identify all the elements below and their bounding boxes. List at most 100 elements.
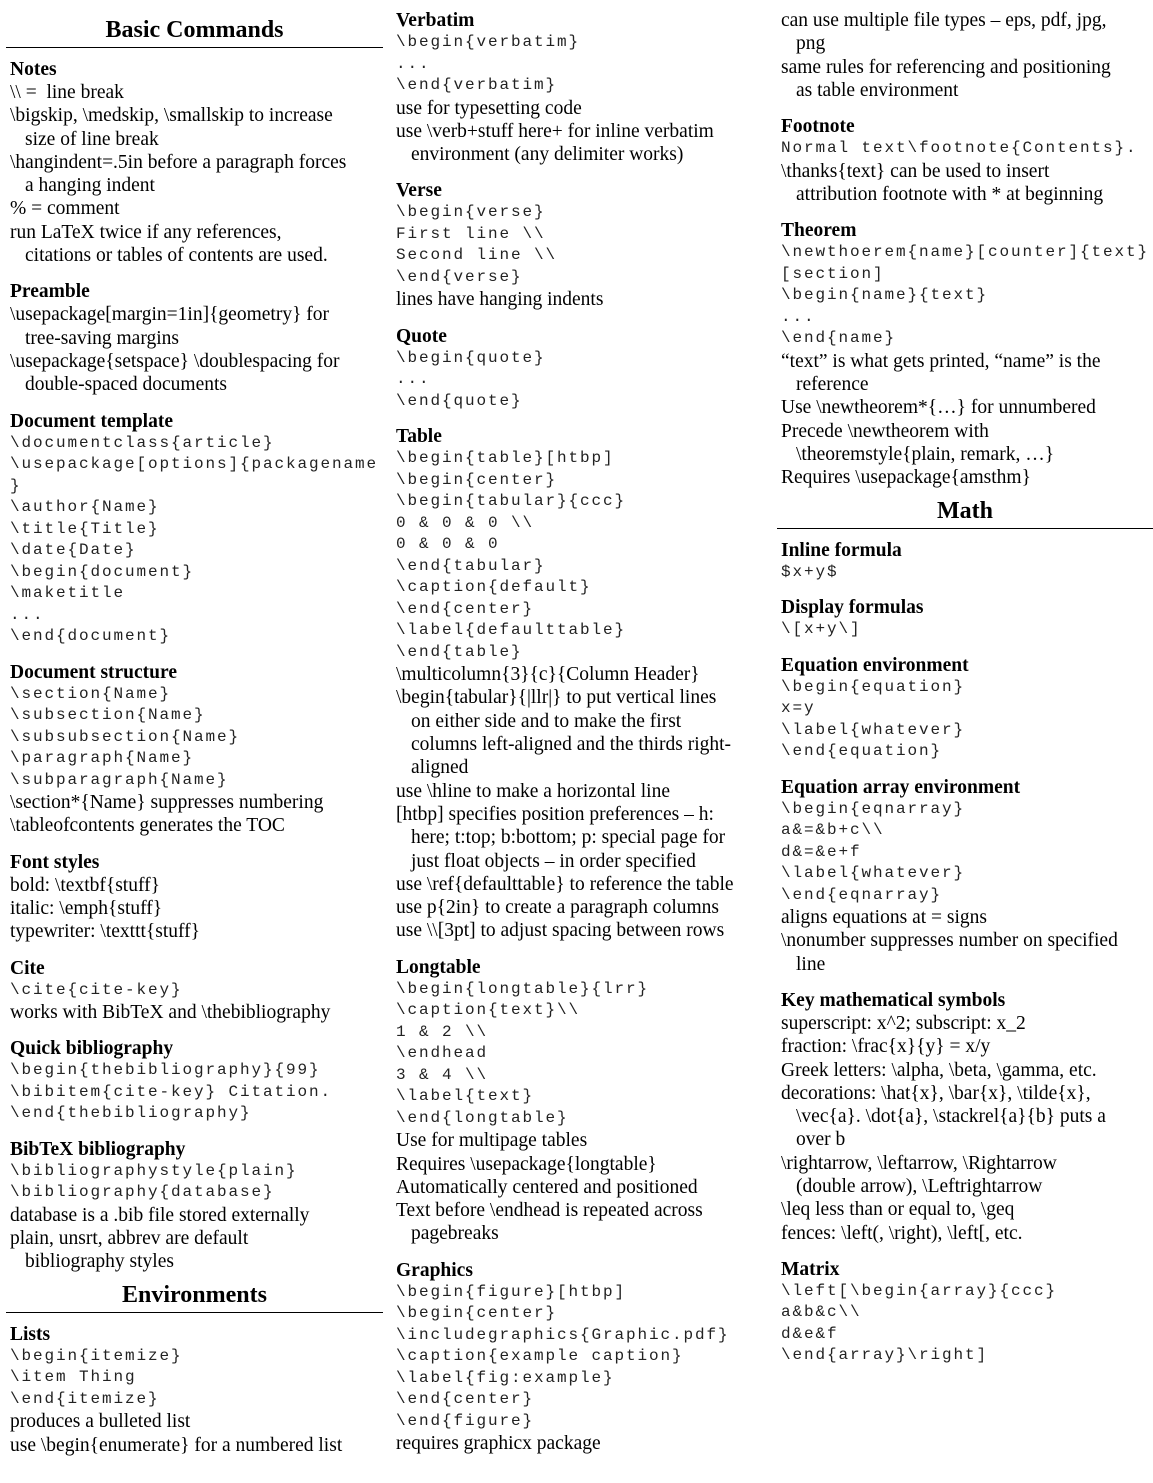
code-line: \end{equation} — [781, 742, 943, 761]
subsection-heading: Equation environment — [781, 654, 969, 676]
code-line: \newthoerem{name}[counter]{text} — [781, 243, 1150, 262]
code-line: \subsubsection{Name} — [10, 727, 241, 746]
text-line: Use \newtheorem*{…} for unnumbered — [781, 397, 1096, 419]
text-line: requires graphicx package — [396, 1433, 601, 1455]
code-line: \begin{verbatim} — [396, 33, 581, 51]
text-line: Precede \newtheorem with \theoremstyle{p… — [781, 420, 1055, 465]
text-line: “text” is what gets printed, “name” is t… — [781, 350, 1101, 396]
code-line: \end{center} — [396, 1390, 535, 1409]
code-line: } — [10, 476, 22, 495]
text-line: run LaTeX twice if any references, citat… — [10, 221, 328, 267]
code-line: [section] — [781, 264, 885, 283]
subsection-heading: Document structure — [10, 661, 177, 683]
text-line: lines have hanging indents — [396, 289, 604, 311]
code-line: \begin{quote} — [396, 348, 546, 367]
text-line: plain, unsrt, abbrev are default bibliog… — [10, 1228, 249, 1273]
code-line: \end{figure} — [396, 1411, 535, 1430]
subsection-heading: Preamble — [10, 281, 90, 303]
subsection-heading: Lists — [10, 1323, 51, 1345]
code-line: \includegraphics{Graphic.pdf} — [396, 1325, 730, 1344]
code-line: First line \\ — [396, 224, 546, 243]
code-line: \end{array}\right] — [781, 1346, 989, 1365]
text-line: \nonumber suppresses number on specified… — [781, 930, 1118, 975]
code-line: \end{thebibliography} — [10, 1104, 252, 1123]
subsection-heading: Matrix — [781, 1258, 840, 1280]
code-line: \end{document} — [10, 627, 172, 646]
subsection-heading: Footnote — [781, 116, 855, 138]
text-line: [htbp] specifies position preferences – … — [396, 803, 726, 872]
code-line: \subsection{Name} — [10, 706, 206, 725]
code-line: ... — [10, 605, 45, 624]
code-line: \begin{equation} — [781, 677, 966, 696]
code-line: \endhead — [396, 1044, 489, 1063]
code-line: 3 & 4 \\ — [396, 1065, 489, 1084]
code-line: \cite{cite-key} — [10, 980, 183, 999]
text-line: database is a .bib file stored externall… — [10, 1204, 310, 1226]
code-line: \begin{document} — [10, 562, 195, 581]
subsection-heading: Verbatim — [396, 10, 475, 31]
text-line: fences: \left(, \right), \left[, etc. — [781, 1222, 1023, 1244]
code-line: \bibitem{cite-key} Citation. — [10, 1082, 333, 1101]
text-line: \usepackage[margin=1in]{geometry} for tr… — [10, 304, 330, 349]
text-line: \bigskip, \medskip, \smallskip to increa… — [10, 105, 333, 150]
column-right: can use multiple file types – eps, pdf, … — [777, 9, 1153, 1367]
code-line: \label{whatever} — [781, 720, 966, 739]
subsection-heading: Cite — [10, 957, 45, 979]
code-line: \label{text} — [396, 1087, 535, 1106]
code-line: 0 & 0 & 0 — [396, 535, 500, 554]
column-middle: Verbatim \begin{verbatim}... \end{verbatim… — [396, 9, 771, 1456]
subsection-heading: Font styles — [10, 851, 100, 873]
subsection-heading: Theorem — [781, 220, 857, 242]
text-line: Requires \usepackage{amsthm} — [781, 467, 1031, 489]
text-line: \rightarrow, \leftarrow, \Rightarrow (do… — [781, 1152, 1057, 1198]
text-line: use \verb+stuff here+ for inline verbati… — [396, 120, 714, 166]
code-line: \begin{thebibliography}{99} — [10, 1061, 321, 1080]
subsection-heading: Longtable — [396, 956, 481, 978]
code-line: 0 & 0 & 0 \\ — [396, 513, 535, 532]
subsection-heading: Display formulas — [781, 597, 924, 619]
code-line: ... — [396, 54, 431, 73]
code-line: \end{tabular} — [396, 556, 546, 575]
code-line: \usepackage[options]{packagename — [10, 455, 379, 474]
subsection-heading: Notes — [10, 59, 57, 80]
code-line: \label{whatever} — [781, 864, 966, 883]
code-line: a&b&c\\ — [781, 1303, 862, 1322]
text-line: decorations: \hat{x}, \bar{x}, \tilde{x}… — [781, 1082, 1106, 1151]
code-line: \left[\begin{array}{ccc} — [781, 1281, 1058, 1300]
code-line: \begin{table}[htbp] — [396, 449, 615, 468]
code-line: Second line \\ — [396, 246, 558, 265]
code-line: \title{Title} — [10, 519, 160, 538]
code-line: x=y — [781, 699, 816, 718]
code-line: \label{defaulttable} — [396, 621, 627, 640]
code-line: \caption{example caption} — [396, 1347, 684, 1366]
code-line: \item Thing — [10, 1368, 137, 1387]
text-line: produces a bulleted list — [10, 1411, 191, 1433]
code-line: \begin{center} — [396, 1304, 558, 1323]
code-line: \end{verbatim} — [396, 76, 558, 94]
code-line: \author{Name} — [10, 498, 160, 517]
code-line: \begin{verse} — [396, 203, 546, 222]
code-line: \end{longtable} — [396, 1108, 569, 1127]
text-line: \tableofcontents generates the TOC — [10, 815, 285, 837]
subsection-heading: Key mathematical symbols — [781, 989, 1006, 1011]
column-left: Basic Commands Notes \\ = line break \bigsk… — [6, 9, 383, 1457]
code-line: \begin{itemize} — [10, 1346, 183, 1365]
section-title: Basic Commands — [6, 15, 383, 48]
text-line: can use multiple file types – eps, pdf, … — [781, 10, 1107, 55]
text-line: superscript: x^2; subscript: x_2 — [781, 1012, 1026, 1034]
text-line: italic: \emph{stuff} — [10, 897, 163, 919]
code-line: \begin{center} — [396, 470, 558, 489]
text-line: use \hline to make a horizontal line — [396, 780, 670, 802]
text-line: typewriter: \texttt{stuff} — [10, 921, 201, 943]
text-line: works with BibTeX and \thebibliography — [10, 1002, 331, 1024]
code-line: \end{name} — [781, 329, 897, 348]
code-line: 1 & 2 \\ — [396, 1022, 489, 1041]
subsection-heading: Graphics — [396, 1259, 473, 1281]
text-line: \thanks{text} can be used to insert attr… — [781, 160, 1104, 205]
code-line: \maketitle — [10, 584, 126, 603]
code-line: a&=&b+c\\ — [781, 821, 885, 840]
code-line: \end{table} — [396, 642, 523, 661]
text-line: \hangindent=.5in before a paragraph forc… — [10, 151, 347, 197]
text-line: use \begin{enumerate} for a numbered lis… — [10, 1434, 343, 1456]
text-line: Requires \usepackage{longtable} — [396, 1153, 657, 1175]
